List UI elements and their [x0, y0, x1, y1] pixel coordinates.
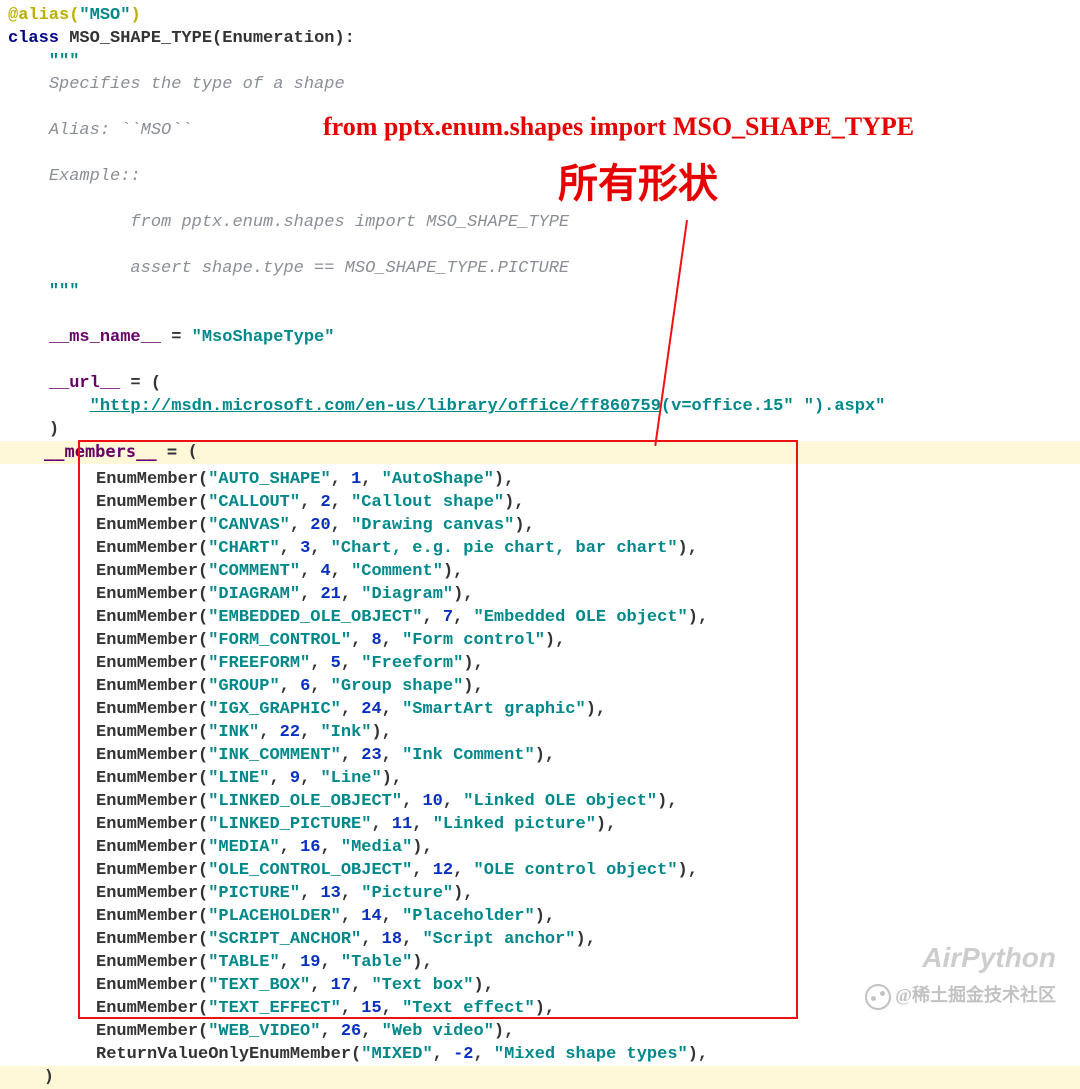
url-tail: (v=office.15" ").aspx" — [661, 397, 885, 416]
class-name: MSO_SHAPE_TYPE — [69, 29, 212, 48]
docstring-line: Example:: — [49, 167, 141, 186]
ms-name-value: "MsoShapeType" — [192, 328, 335, 347]
code-block: @alias("MSO") class MSO_SHAPE_TYPE(Enume… — [0, 0, 1080, 441]
members-attr: __members__ — [44, 442, 157, 462]
docstring-line: from pptx.enum.shapes import MSO_SHAPE_T… — [90, 213, 569, 232]
docstring-close: """ — [49, 282, 80, 301]
docstring-line: Alias: ``MSO`` — [49, 121, 192, 140]
members-block: EnumMember("AUTO_SHAPE", 1, "AutoShape")… — [0, 464, 1080, 1066]
wechat-icon — [865, 984, 891, 1010]
annotation-all-shapes-text: 所有形状 — [558, 172, 718, 195]
highlighted-line: __members__ = ( — [0, 441, 1080, 464]
decorator-line: @alias("MSO") — [8, 6, 141, 25]
url-attr: __url__ — [49, 374, 120, 393]
class-keyword: class — [8, 29, 59, 48]
highlighted-line-close: ) — [0, 1066, 1080, 1089]
watermark-footer: @稀土掘金技术社区 — [865, 984, 1056, 1010]
ms-name-attr: __ms_name__ — [49, 328, 161, 347]
url-link[interactable]: "http://msdn.microsoft.com/en-us/library… — [90, 397, 661, 416]
docstring-open: """ — [49, 52, 80, 71]
watermark-brand: AirPython — [922, 946, 1056, 969]
docstring-line: Specifies the type of a shape — [49, 75, 345, 94]
docstring-line: assert shape.type == MSO_SHAPE_TYPE.PICT… — [90, 259, 569, 278]
annotation-import-text: from pptx.enum.shapes import MSO_SHAPE_T… — [323, 115, 914, 138]
